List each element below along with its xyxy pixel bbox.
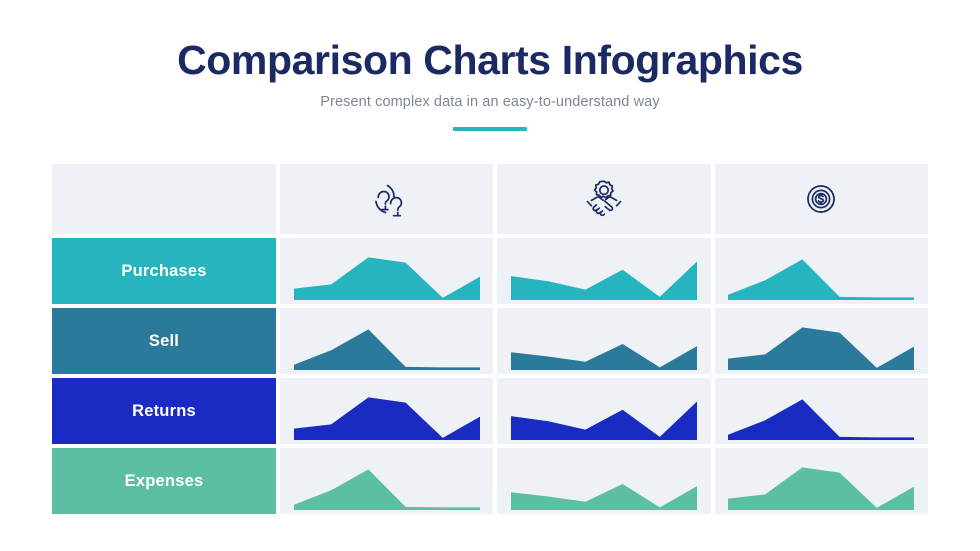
chart-purchases-revenue[interactable] [714, 238, 928, 304]
page-subtitle: Present complex data in an easy-to-under… [320, 94, 660, 111]
row-label-text: Expenses [124, 471, 204, 490]
chart-returns-people[interactable] [280, 378, 494, 444]
area-chart [510, 401, 697, 440]
area-chart [728, 399, 915, 440]
area-chart [510, 261, 697, 300]
chart-sell-partnership[interactable] [497, 308, 711, 374]
area-chart [293, 469, 480, 510]
chart-returns-revenue[interactable] [714, 378, 928, 444]
comparison-matrix: Purchases Sell Returns Expenses [52, 164, 928, 514]
chart-expenses-partnership[interactable] [497, 448, 711, 514]
infographic-slide: Comparison Charts Infographics Present c… [0, 0, 980, 551]
accent-underline [453, 127, 527, 132]
column-header-partnership[interactable] [497, 164, 711, 234]
row-label-text: Sell [148, 331, 180, 350]
row-label-returns[interactable]: Returns [52, 378, 276, 444]
column-header-people[interactable] [280, 164, 494, 234]
area-chart [728, 467, 915, 510]
column-header-revenue[interactable] [714, 164, 928, 234]
slide-header: Comparison Charts Infographics Present c… [0, 0, 980, 132]
chart-purchases-people[interactable] [280, 238, 494, 304]
chart-purchases-partnership[interactable] [497, 238, 711, 304]
chart-sell-revenue[interactable] [714, 308, 928, 374]
matrix-corner-cell [52, 164, 276, 234]
area-chart [510, 344, 697, 370]
dollar-coin-icon [803, 181, 839, 217]
row-label-text: Purchases [121, 261, 207, 280]
chart-expenses-people[interactable] [280, 448, 494, 514]
row-label-text: Returns [132, 401, 196, 420]
chart-sell-people[interactable] [280, 308, 494, 374]
area-chart [728, 327, 915, 370]
area-chart [728, 259, 915, 300]
chart-expenses-revenue[interactable] [714, 448, 928, 514]
area-chart [510, 484, 697, 510]
row-label-purchases[interactable]: Purchases [52, 238, 276, 304]
area-chart [293, 329, 480, 370]
row-label-expenses[interactable]: Expenses [52, 448, 276, 514]
area-chart [293, 257, 480, 300]
chart-returns-partnership[interactable] [497, 378, 711, 444]
people-icon [365, 179, 409, 219]
area-chart [293, 397, 480, 440]
handshake-gear-icon [580, 178, 628, 220]
row-label-sell[interactable]: Sell [52, 308, 276, 374]
page-title: Comparison Charts Infographics [177, 37, 803, 83]
